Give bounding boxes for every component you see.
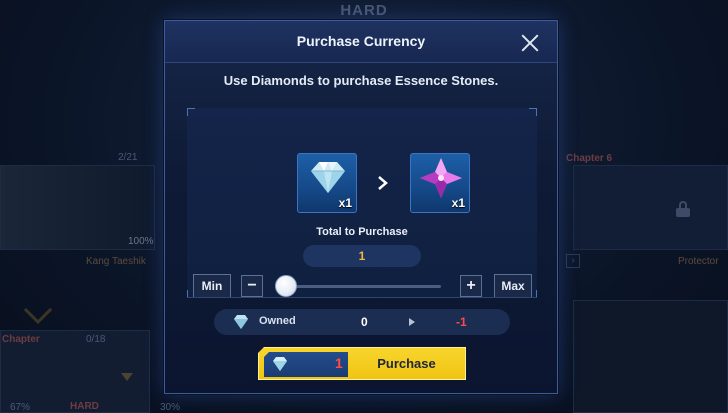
quantity-slider-thumb[interactable]	[275, 275, 297, 297]
owned-diamonds-row: Owned 0 -1	[214, 309, 510, 335]
total-to-purchase-value: 1	[303, 245, 421, 267]
diamond-icon	[234, 315, 248, 329]
difficulty-footer: HARD	[70, 401, 99, 412]
purchase-label: Purchase	[377, 356, 436, 371]
lower-percent-a: 67%	[10, 402, 31, 413]
arrow-right-icon	[409, 318, 415, 326]
caret-down-icon	[121, 373, 133, 381]
lower-percent-b: 30%	[160, 402, 181, 413]
purchase-button[interactable]: 1 Purchase	[258, 347, 466, 380]
dialog-header: Purchase Currency	[165, 21, 557, 63]
max-button[interactable]: Max	[494, 274, 532, 298]
diamond-quantity: x1	[338, 196, 352, 210]
stage-boss-name-right: Protector	[678, 256, 719, 267]
owned-label: Owned	[259, 315, 296, 327]
dialog-subtitle: Use Diamonds to purchase Essence Stones.	[223, 73, 499, 88]
diamond-item-tile[interactable]: x1	[297, 153, 357, 213]
section-divider	[187, 297, 537, 298]
chapter-title-right: Chapter 6	[566, 153, 613, 164]
owned-after-value: -1	[456, 315, 467, 329]
stage-boss-name: Kang Taeshik	[86, 256, 146, 267]
chapter-progress: 0/18	[86, 334, 106, 345]
diamond-icon	[273, 357, 287, 371]
purchase-cost: 1	[335, 355, 343, 371]
quantity-slider-track[interactable]	[283, 285, 441, 288]
increment-button[interactable]: +	[460, 275, 482, 297]
owned-current-value: 0	[361, 315, 368, 329]
arrow-right-icon	[378, 176, 388, 190]
purchase-currency-dialog: Purchase Currency Use Diamonds to purcha…	[164, 20, 558, 394]
total-to-purchase-label: Total to Purchase	[316, 226, 408, 238]
dialog-title: Purchase Currency	[296, 33, 426, 49]
stage-percent: 100%	[128, 236, 154, 247]
difficulty-header: HARD	[340, 2, 388, 19]
essence-stone-icon	[420, 158, 462, 198]
stage-progress: 2/21	[118, 152, 138, 163]
lock-icon	[676, 201, 690, 217]
stage-card-lower-right	[573, 300, 728, 413]
decrement-button[interactable]: −	[241, 275, 263, 297]
exchange-panel: x1 x1 Total to Purchase 1 Min − + Max	[187, 108, 537, 298]
diamond-icon	[311, 162, 345, 193]
chapter-title-left: Chapter	[2, 334, 40, 345]
stage-card-right	[573, 165, 728, 250]
corner-decoration	[529, 108, 537, 116]
essence-stone-item-tile[interactable]: x1	[410, 153, 470, 213]
close-icon[interactable]	[519, 32, 541, 54]
corner-decoration	[187, 108, 195, 116]
essence-stone-quantity: x1	[451, 196, 465, 210]
chevron-right-icon: ›	[566, 254, 580, 268]
min-button[interactable]: Min	[193, 274, 231, 298]
